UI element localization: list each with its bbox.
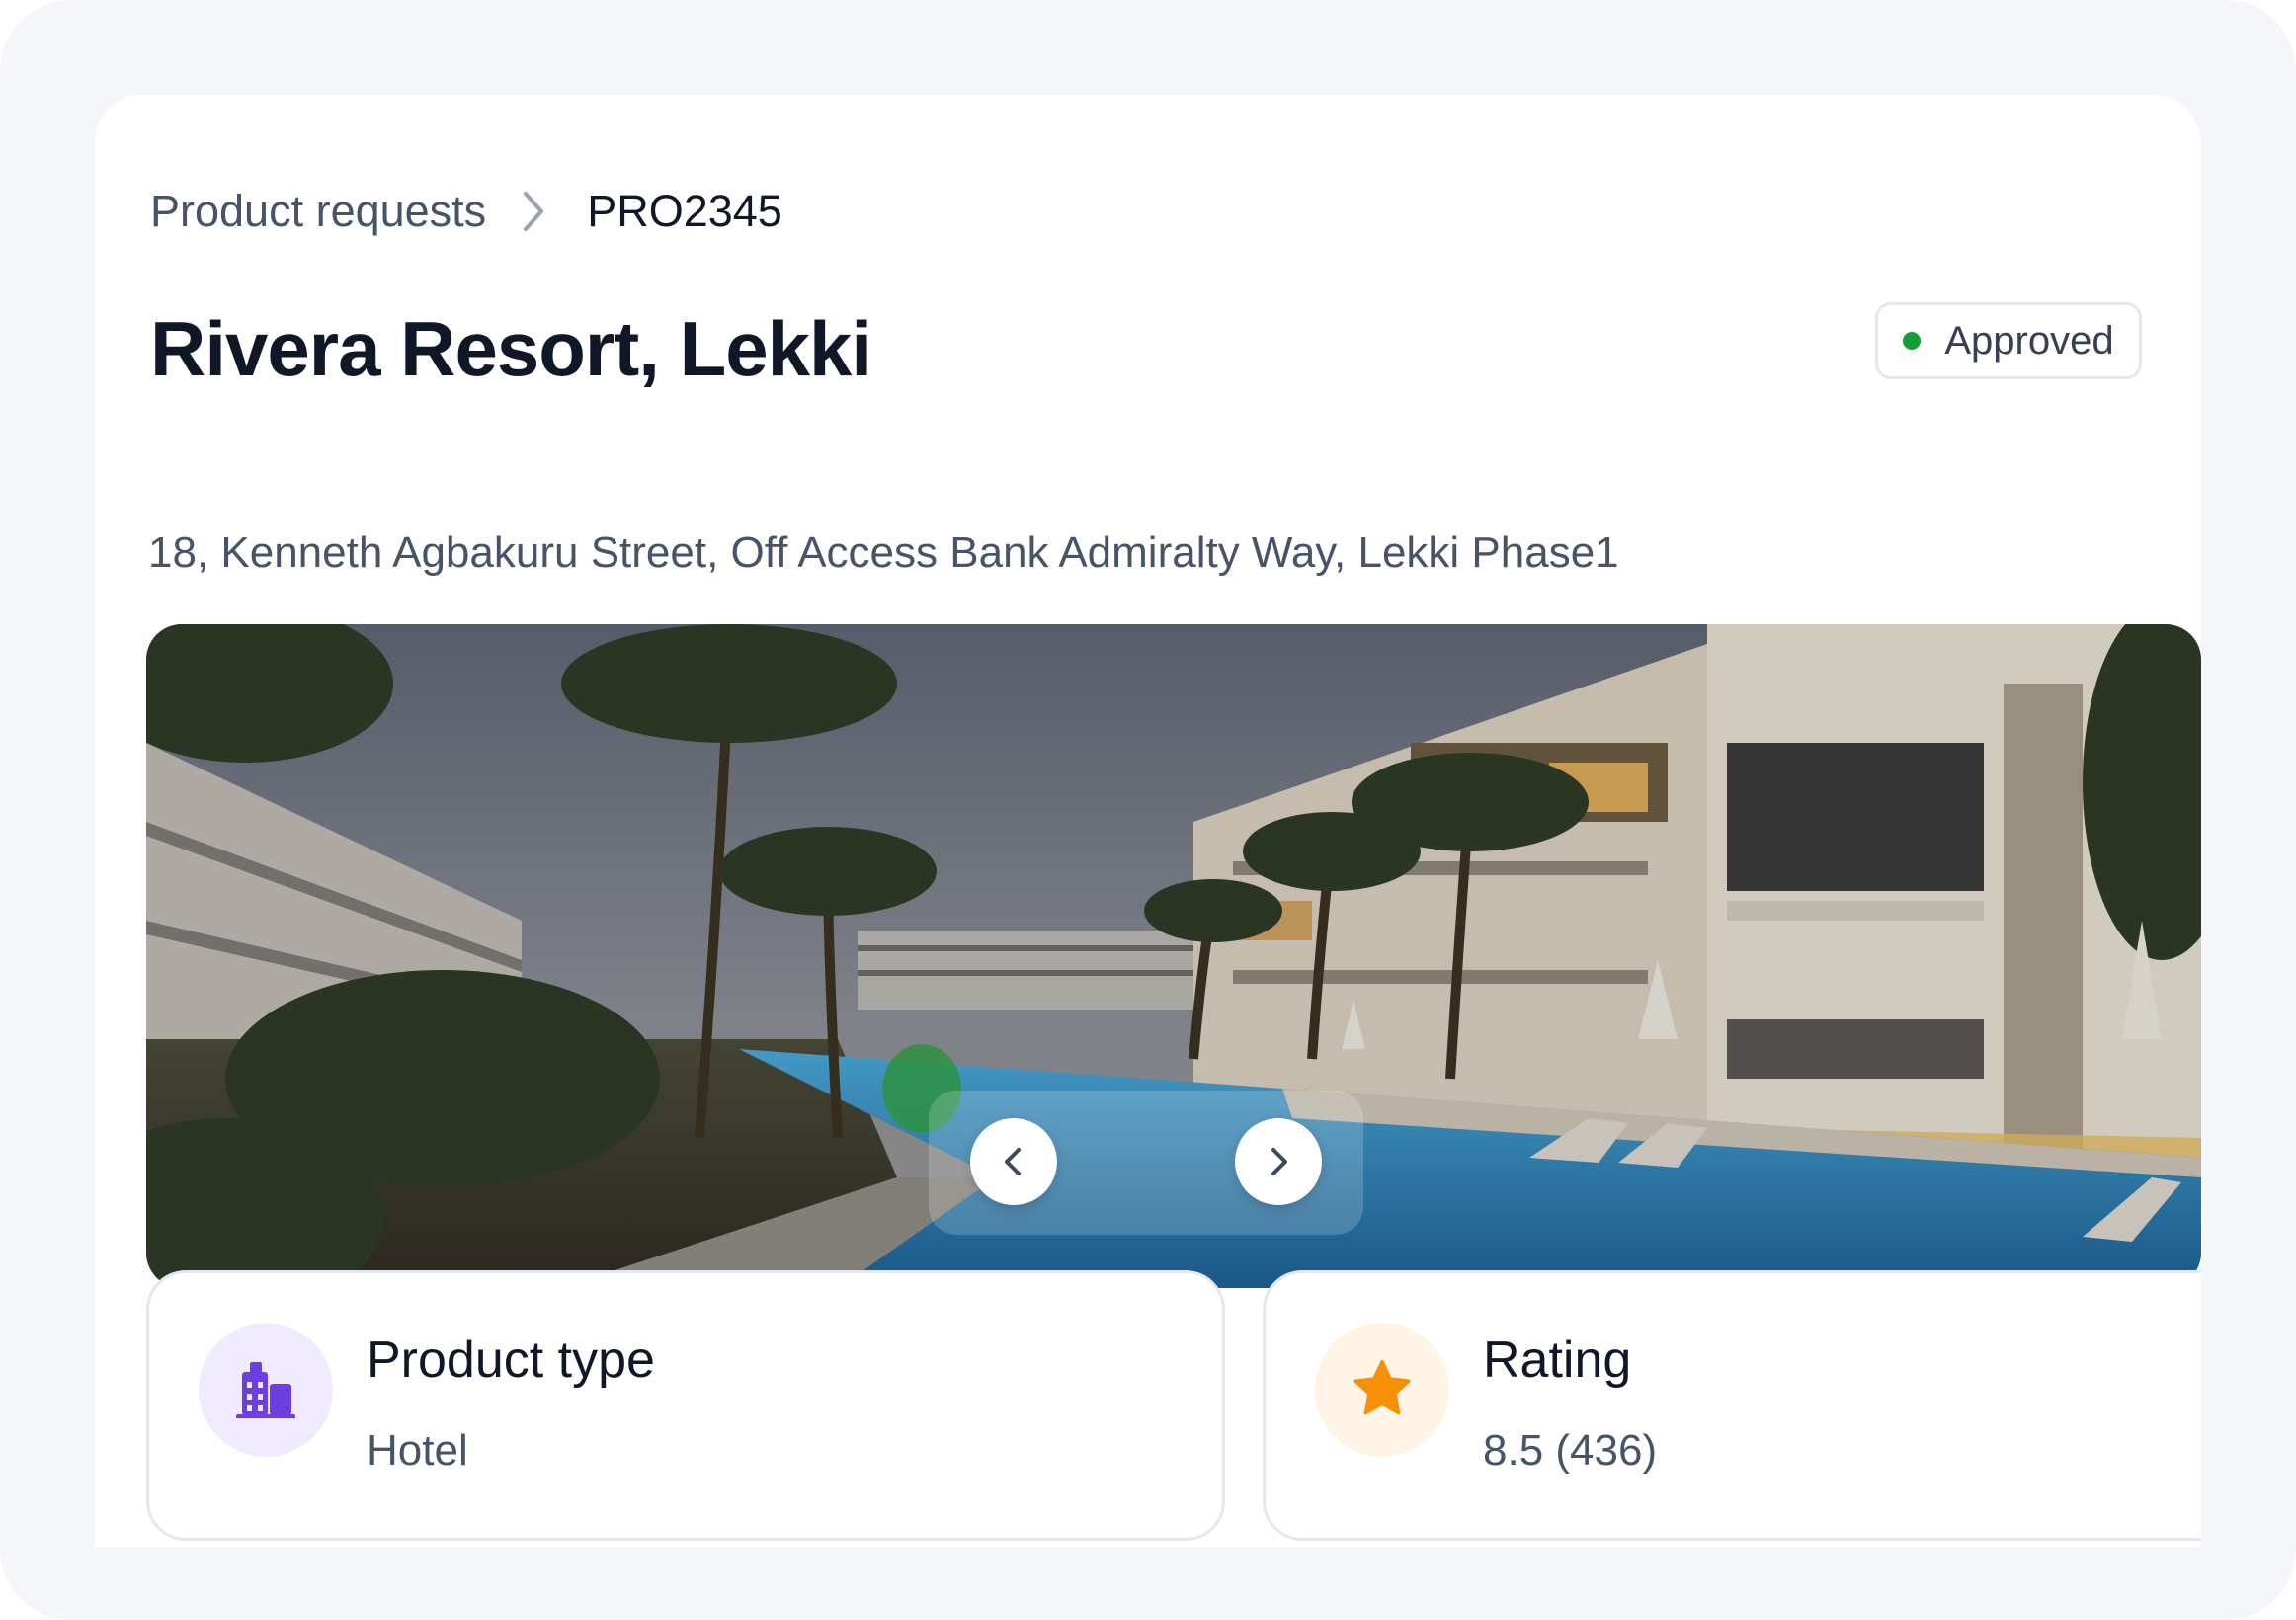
product-type-label: Product type [367,1332,655,1389]
chevron-right-icon [522,182,561,241]
page-title: Rivera Resort, Lekki [150,305,872,392]
chevron-left-icon [1005,1148,1021,1175]
rating-card: Rating 8.5 (436) [1263,1270,2201,1541]
carousel-controls [929,1091,1363,1235]
address-text: 18, Kenneth Agbakuru Street, Off Access … [148,528,1619,577]
status-badge: Approved [1875,302,2142,379]
rating-label: Rating [1483,1332,1632,1389]
carousel-prev-button[interactable] [970,1118,1057,1205]
breadcrumb: Product requests PRO2345 [150,182,782,241]
chevron-right-icon [1271,1148,1287,1175]
breadcrumb-link-product-requests[interactable]: Product requests [150,186,486,237]
product-type-card: Product type Hotel [146,1270,1225,1541]
status-dot-icon [1903,332,1922,350]
app-frame: Product requests PRO2345 Rivera Resort, … [0,0,2296,1620]
status-badge-label: Approved [1944,318,2114,363]
breadcrumb-current: PRO2345 [587,186,782,236]
star-icon [1315,1323,1449,1457]
product-type-value: Hotel [367,1426,468,1475]
building-icon [199,1323,333,1457]
carousel-next-button[interactable] [1235,1118,1322,1205]
image-carousel [146,624,2201,1288]
product-detail-card: Product requests PRO2345 Rivera Resort, … [95,95,2201,1547]
rating-value: 8.5 (436) [1483,1426,1658,1475]
